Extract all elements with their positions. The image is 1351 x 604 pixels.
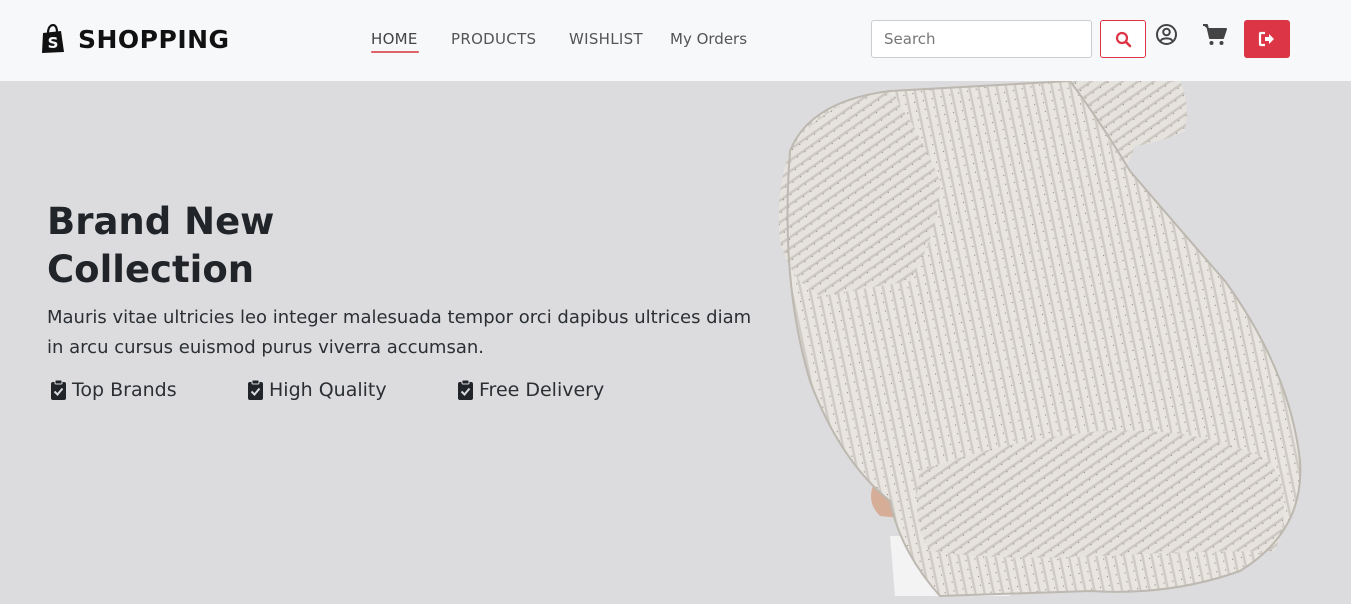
account-button[interactable] (1155, 23, 1178, 46)
clipboard-check-icon (51, 379, 66, 400)
search-button[interactable] (1100, 20, 1146, 58)
shopify-bag-icon: S (42, 24, 64, 53)
search-icon (1115, 31, 1131, 47)
person-in-knit-sweater-photo (778, 81, 1302, 598)
feature-label: High Quality (269, 379, 387, 401)
active-nav-underline (371, 51, 419, 53)
cart-icon (1203, 24, 1227, 45)
hero-section: Brand New Collection Mauris vitae ultric… (0, 81, 1351, 604)
hero-description: Mauris vitae ultricies leo integer males… (47, 307, 752, 358)
feature-top-brands: Top Brands (50, 379, 177, 401)
nav-wishlist[interactable]: WISHLIST (569, 30, 643, 48)
clipboard-check-icon (248, 379, 263, 400)
sign-out-icon (1258, 31, 1274, 47)
svg-text:S: S (48, 34, 59, 52)
cart-button[interactable] (1202, 23, 1228, 47)
feature-label: Top Brands (72, 379, 177, 401)
feature-free-delivery: Free Delivery (457, 379, 604, 401)
nav-home[interactable]: HOME (371, 30, 418, 48)
hero-title: Brand New Collection (47, 200, 275, 291)
feature-label: Free Delivery (479, 379, 605, 401)
nav-products[interactable]: PRODUCTS (451, 30, 536, 48)
brand-name: SHOPPING (78, 24, 230, 54)
user-circle-icon (1156, 24, 1177, 45)
logout-button[interactable] (1244, 20, 1290, 58)
brand-logo[interactable]: S SHOPPING (40, 22, 230, 56)
feature-high-quality: High Quality (247, 379, 387, 401)
search-input[interactable] (871, 20, 1092, 58)
navbar: S SHOPPING HOME PRODUCTS WISHLIST My Ord… (0, 0, 1351, 81)
nav-my-orders[interactable]: My Orders (670, 30, 747, 48)
clipboard-check-icon (458, 379, 473, 400)
